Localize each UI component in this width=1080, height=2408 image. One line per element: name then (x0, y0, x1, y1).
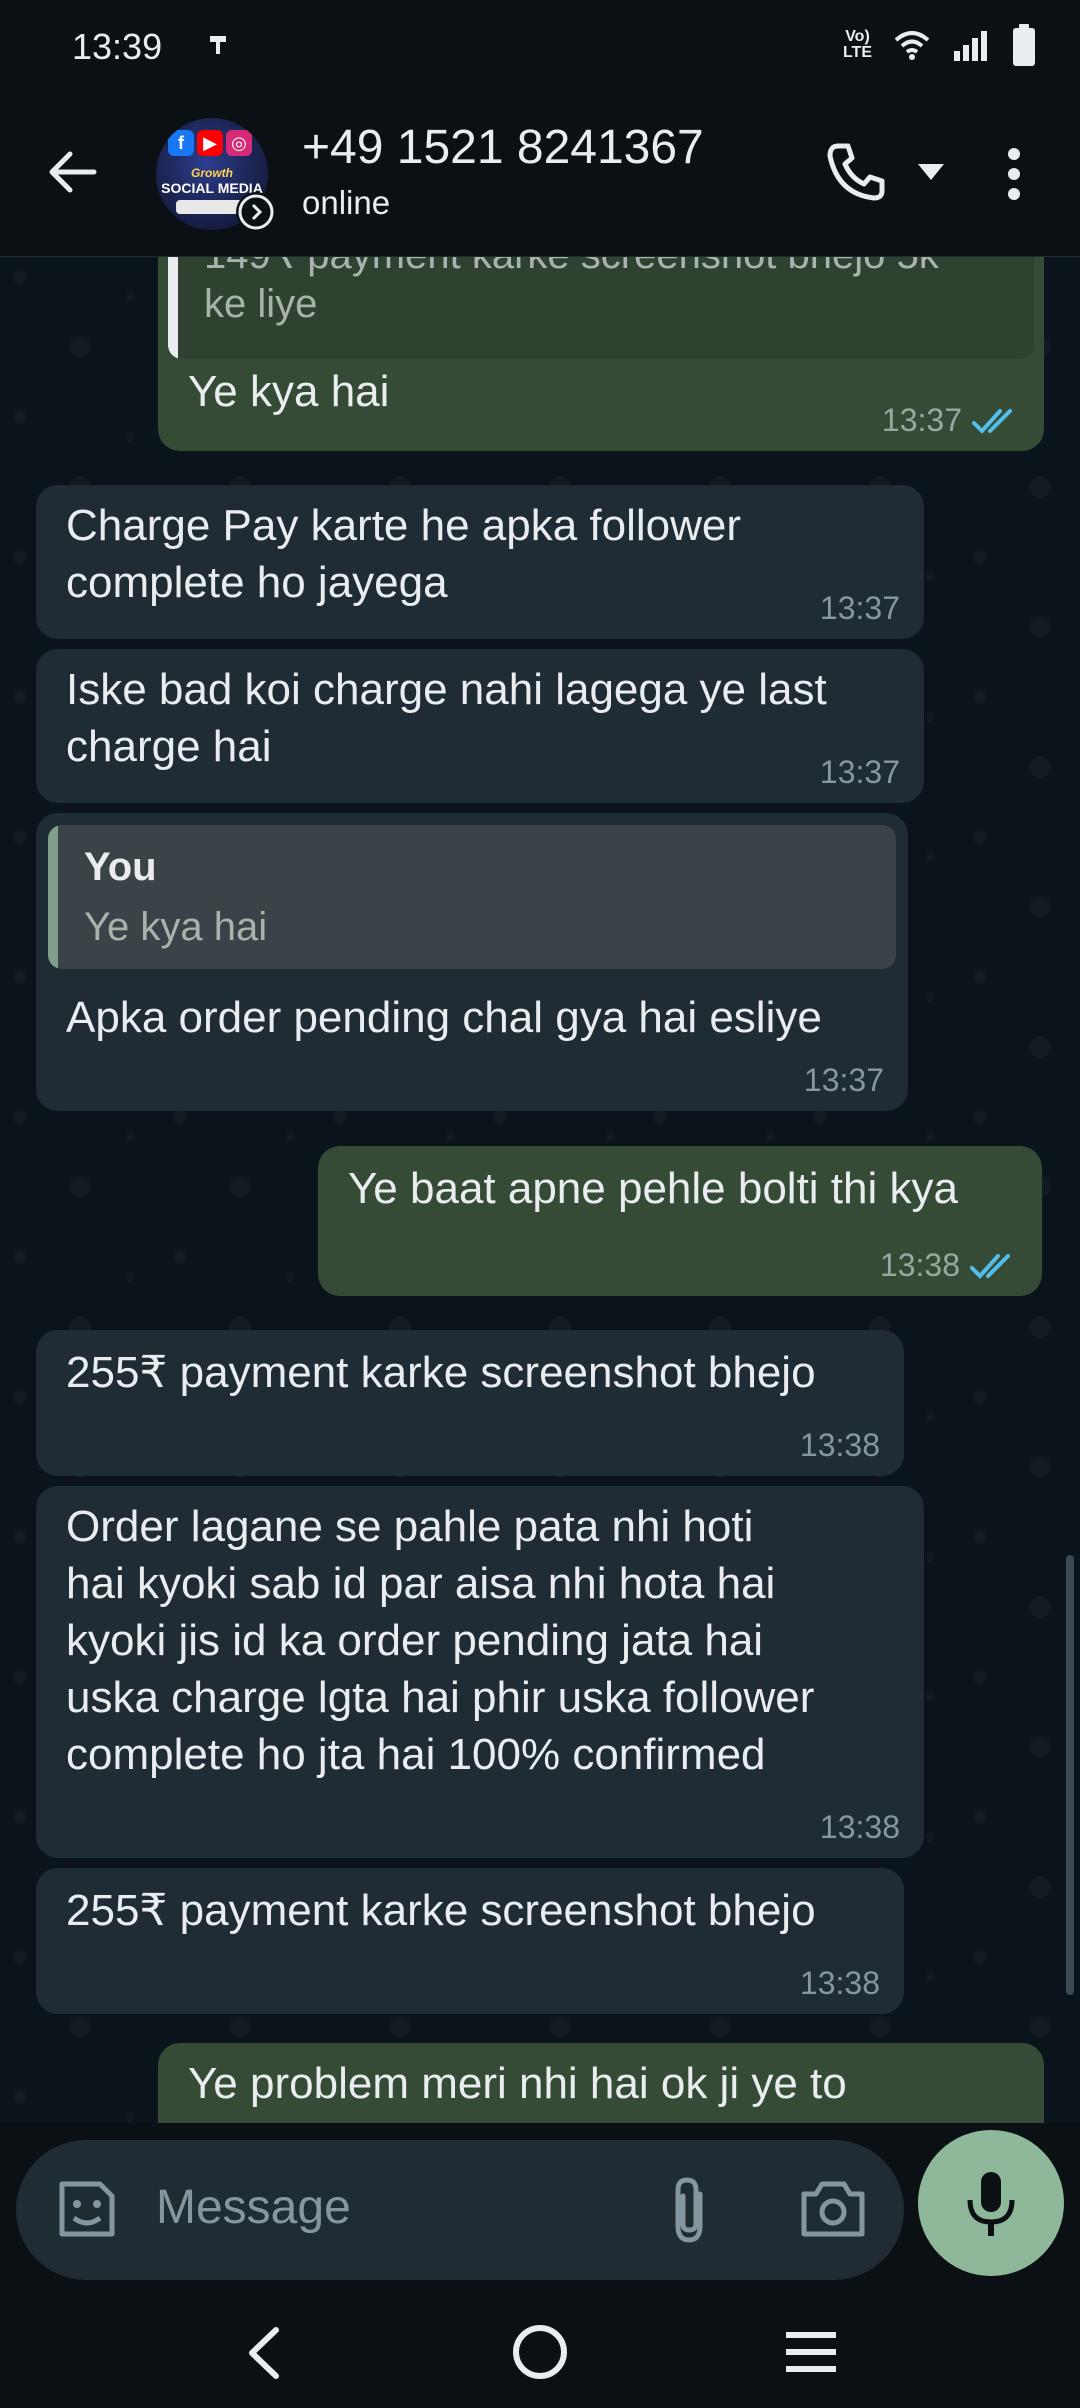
message-meta: 13:38 (800, 1427, 880, 1464)
more-vert-icon[interactable] (1002, 146, 1026, 202)
quoted-text: 149₹ payment karke screenshot bhejo 5k k… (204, 257, 939, 326)
message-bubble-incoming[interactable]: Charge Pay karte he apka follower comple… (36, 485, 924, 639)
chat-area[interactable]: 149₹ payment karke screenshot bhejo 5k k… (0, 257, 1080, 2123)
contact-status: online (302, 184, 391, 221)
mic-button[interactable] (918, 2130, 1064, 2276)
message-meta: 13:38 (800, 1965, 880, 2002)
nav-recents-icon[interactable] (782, 2326, 840, 2378)
facebook-logo-icon: f (168, 130, 194, 156)
double-check-icon (972, 408, 1012, 434)
message-meta: 13:38 (880, 1247, 1018, 1284)
avatar-status-badge (236, 192, 276, 232)
avatar-text-growth: Growth (191, 166, 233, 180)
message-input[interactable]: Message (156, 2180, 351, 2235)
message-meta: 13:38 (820, 1809, 900, 1846)
message-meta: 13:37 (804, 1062, 884, 1099)
message-time: 13:38 (819, 1809, 900, 1845)
nav-back-icon[interactable] (244, 2326, 284, 2380)
quote-accent-bar (48, 825, 58, 969)
dropdown-caret-icon[interactable] (916, 162, 946, 182)
message-bubble-incoming[interactable]: 255₹ payment karke screenshot bhejo 13:3… (36, 1868, 904, 2014)
quoted-message[interactable]: You Ye kya hai (48, 825, 896, 969)
message-bubble-incoming[interactable]: You Ye kya hai Apka order pending chal g… (36, 813, 908, 1111)
chat-scrollbar[interactable] (1066, 1555, 1074, 1995)
camera-icon[interactable] (798, 2176, 868, 2240)
message-bubble-incoming[interactable]: Order lagane se pahle pata nhi hoti hai … (36, 1486, 924, 1858)
signal-icon (954, 31, 987, 61)
paperclip-icon[interactable] (664, 2174, 714, 2246)
message-text: Iske bad koi charge nahi lagega ye last … (66, 665, 827, 771)
system-nav-bar (0, 2296, 1080, 2408)
message-time: 13:37 (819, 590, 900, 626)
double-check-icon (970, 1253, 1010, 1279)
avatar-logos: f ▶ ◎ (168, 130, 252, 156)
wifi-icon (894, 31, 930, 60)
phone-icon[interactable] (824, 140, 888, 204)
play-circle-icon (238, 194, 274, 230)
message-meta: 13:37 (882, 402, 1020, 439)
quoted-message[interactable]: 149₹ payment karke screenshot bhejo 5k k… (168, 257, 1034, 359)
message-time: 13:37 (819, 754, 900, 790)
nav-home-icon[interactable] (512, 2322, 568, 2382)
chat-header: f ▶ ◎ Growth SOCIAL MEDIA +49 1521 82413… (0, 100, 1080, 257)
message-text: 255₹ payment karke screenshot bhejo (66, 1886, 816, 1935)
status-bar: 13:39 Vo) LTE (0, 0, 1080, 100)
youtube-logo-icon: ▶ (197, 130, 223, 156)
message-bubble-outgoing[interactable]: 149₹ payment karke screenshot bhejo 5k k… (158, 257, 1044, 451)
message-time: 13:38 (799, 1427, 880, 1463)
status-icons: Vo) LTE (843, 24, 1036, 66)
quoted-author: You (84, 845, 157, 889)
emoji-sticker-icon[interactable] (52, 2174, 122, 2244)
message-bubble-outgoing[interactable]: Ye problem meri nhi hai ok ji ye to (158, 2043, 1044, 2123)
message-text: Ye kya hai (188, 367, 390, 416)
message-time: 13:38 (799, 1965, 880, 2001)
message-bubble-outgoing[interactable]: Ye baat apne pehle bolti thi kya 13:38 (318, 1146, 1042, 1296)
status-time: 13:39 (72, 26, 163, 67)
message-text: Ye problem meri nhi hai ok ji ye to (188, 2059, 847, 2108)
message-bubble-incoming[interactable]: 255₹ payment karke screenshot bhejo 13:3… (36, 1330, 904, 1476)
message-time: 13:37 (881, 402, 962, 438)
message-text: 255₹ payment karke screenshot bhejo (66, 1348, 816, 1397)
quote-accent-bar (168, 257, 178, 359)
message-time: 13:38 (879, 1247, 960, 1283)
message-meta: 13:37 (820, 754, 900, 791)
contact-name[interactable]: +49 1521 8241367 (302, 120, 704, 175)
message-text: Ye baat apne pehle bolti thi kya (348, 1164, 958, 1213)
volte-icon: Vo) LTE (842, 28, 872, 61)
instagram-logo-icon: ◎ (226, 130, 252, 156)
mic-icon (967, 2172, 1015, 2236)
message-text: Order lagane se pahle pata nhi hoti hai … (66, 1502, 815, 1779)
battery-icon (1013, 24, 1035, 66)
notification-icon (210, 36, 226, 54)
message-composer[interactable]: Message (16, 2140, 904, 2280)
quoted-text: Ye kya hai (84, 905, 268, 949)
message-time: 13:37 (803, 1062, 884, 1098)
message-text: Apka order pending chal gya hai esliye (66, 993, 822, 1042)
message-meta: 13:37 (820, 590, 900, 627)
message-text: Charge Pay karte he apka follower comple… (66, 501, 742, 607)
message-bubble-incoming[interactable]: Iske bad koi charge nahi lagega ye last … (36, 649, 924, 803)
back-arrow-icon[interactable] (44, 144, 100, 200)
